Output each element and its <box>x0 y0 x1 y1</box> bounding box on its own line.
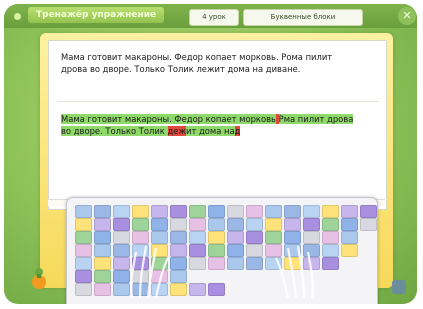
app-title: Тренажёр упражнение <box>28 7 165 23</box>
keyboard-key[interactable] <box>303 205 320 218</box>
keyboard-key[interactable] <box>151 205 168 218</box>
keyboard-key[interactable] <box>208 205 225 218</box>
keyboard-key[interactable] <box>113 205 130 218</box>
keyboard-key[interactable] <box>132 218 149 231</box>
tab-letter-blocks[interactable]: Буквенные блоки <box>243 9 363 26</box>
typed-text-input[interactable]: Мама готовит макароны. Федор копает морк… <box>61 113 361 138</box>
hands-icon <box>130 245 314 299</box>
keyboard-key[interactable] <box>189 205 206 218</box>
typed-error-segment: д <box>234 126 241 137</box>
keyboard-key[interactable] <box>246 205 263 218</box>
tab-lesson[interactable]: 4 урок <box>189 9 239 26</box>
keyboard-key[interactable] <box>132 205 149 218</box>
keyboard-key[interactable] <box>75 283 92 296</box>
keyboard-key[interactable] <box>265 218 282 231</box>
keyboard-key[interactable] <box>189 218 206 231</box>
keyboard-key[interactable] <box>208 218 225 231</box>
next-icon[interactable] <box>392 280 406 294</box>
keyboard-key[interactable] <box>360 218 377 231</box>
keyboard-key[interactable] <box>113 218 130 231</box>
keyboard-key[interactable] <box>75 257 92 270</box>
keyboard-key[interactable] <box>94 231 111 244</box>
on-screen-keyboard[interactable] <box>66 197 378 304</box>
keyboard-key[interactable] <box>322 218 339 231</box>
keyboard-key[interactable] <box>94 283 111 296</box>
keyboard-key[interactable] <box>246 218 263 231</box>
keyboard-row-1 <box>75 205 377 218</box>
keyboard-key[interactable] <box>94 270 111 283</box>
keyboard-key[interactable] <box>284 205 301 218</box>
keyboard-key[interactable] <box>341 205 358 218</box>
keyboard-key[interactable] <box>94 257 111 270</box>
typed-error-segment: деж <box>167 126 186 137</box>
keyboard-key[interactable] <box>227 218 244 231</box>
keyboard-key[interactable] <box>341 231 358 244</box>
keyboard-key[interactable] <box>227 205 244 218</box>
keyboard-key[interactable] <box>94 218 111 231</box>
keyboard-key[interactable] <box>284 218 301 231</box>
keyboard-key[interactable] <box>265 205 282 218</box>
top-bar: Тренажёр упражнение 4 урок Буквенные бло… <box>4 4 417 28</box>
keyboard-key[interactable] <box>94 205 111 218</box>
keyboard-key[interactable] <box>94 244 111 257</box>
keyboard-key[interactable] <box>303 218 320 231</box>
app-window: Тренажёр упражнение 4 урок Буквенные бло… <box>4 4 417 304</box>
keyboard-key[interactable] <box>75 244 92 257</box>
keyboard-key[interactable] <box>322 205 339 218</box>
close-icon[interactable]: ✕ <box>398 7 416 25</box>
keyboard-row-2 <box>75 218 377 231</box>
mascot-icon <box>32 268 46 289</box>
keyboard-key[interactable] <box>151 218 168 231</box>
keyboard-key[interactable] <box>75 270 92 283</box>
keyboard-key[interactable] <box>341 218 358 231</box>
typed-correct-segment: Мама готовит макароны. Федор копает морк… <box>61 114 276 124</box>
keyboard-key[interactable] <box>341 244 358 257</box>
keyboard-key[interactable] <box>170 218 187 231</box>
divider <box>57 101 379 102</box>
typed-correct-segment: ит дома на <box>186 126 235 137</box>
keyboard-key[interactable] <box>360 205 377 218</box>
sample-text: Мама готовит макароны. Федор копает морк… <box>61 52 333 75</box>
keyboard-key[interactable] <box>75 205 92 218</box>
app-logo-icon <box>14 13 21 20</box>
keyboard-key[interactable] <box>75 218 92 231</box>
exercise-panel: Мама готовит макароны. Федор копает морк… <box>48 40 387 210</box>
keyboard-key[interactable] <box>75 231 92 244</box>
keyboard-key[interactable] <box>170 205 187 218</box>
